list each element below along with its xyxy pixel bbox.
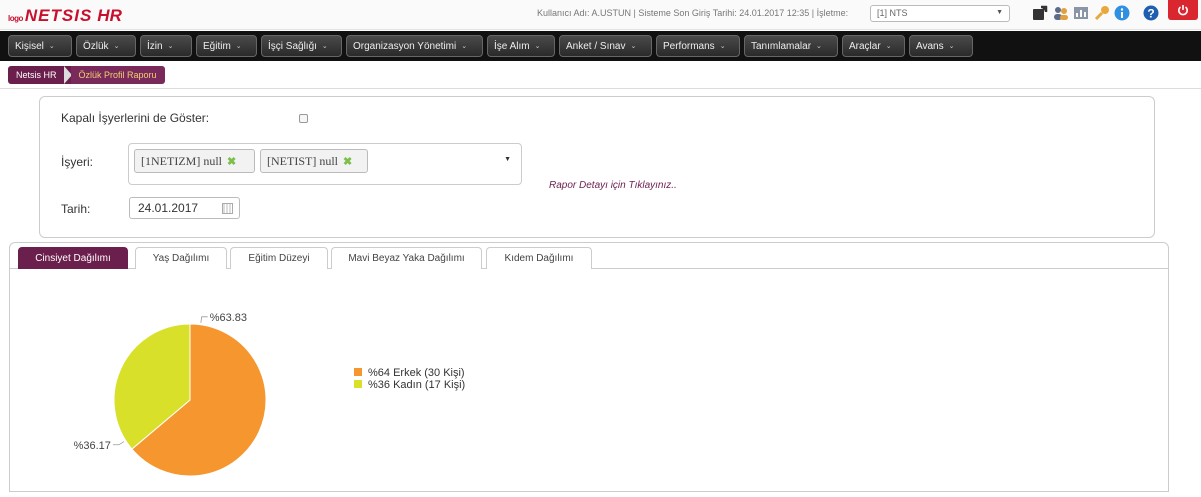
logo-suffix: HR — [97, 6, 122, 25]
date-input[interactable]: 24.01.2017 — [129, 197, 240, 219]
tab-yas[interactable]: Yaş Dağılımı — [135, 247, 227, 269]
main-menu: Kişisel ⌄ Özlük ⌄ İzin ⌄ Eğitim ⌄ İşçi Sağlı… — [0, 31, 1201, 61]
chevron-down-icon: ⌄ — [48, 43, 55, 50]
date-label: Tarih: — [61, 202, 91, 216]
chevron-down-icon: ⌄ — [167, 43, 174, 50]
chart-icon[interactable] — [1073, 5, 1089, 21]
top-bar: logo NETSIS HR Kullanıcı Adı: A.USTUN | … — [0, 0, 1201, 30]
users-icon[interactable] — [1053, 5, 1069, 21]
menu-item-label: Performans — [663, 40, 715, 52]
menu-item-label: İzin — [147, 40, 163, 52]
tab-yaka[interactable]: Mavi Beyaz Yaka Dağılımı — [331, 247, 482, 269]
workplace-tag[interactable]: [1NETIZM] null ✖ — [134, 149, 255, 173]
menu-item-label: Organizasyon Yönetimi — [353, 40, 457, 52]
workplace-label: İşyeri: — [61, 155, 94, 169]
chevron-down-icon: ⌄ — [885, 43, 892, 50]
breadcrumb: Netsis HR Özlük Profil Raporu — [8, 66, 165, 84]
menu-item-ozluk[interactable]: Özlük ⌄ — [76, 35, 136, 57]
chevron-down-icon: ⌄ — [719, 43, 726, 50]
workplace-multiselect[interactable]: [1NETIZM] null ✖ [NETIST] null ✖ ▼ — [128, 143, 522, 185]
menu-item-label: Avans — [916, 40, 944, 52]
chevron-down-icon[interactable]: ▼ — [504, 156, 511, 163]
closed-workplaces-label: Kapalı İşyerlerini de Göster: — [61, 111, 210, 125]
svg-text:?: ? — [1147, 7, 1154, 21]
menu-item-label: Özlük — [83, 40, 109, 52]
breadcrumb-home[interactable]: Netsis HR — [8, 66, 72, 84]
chart-area: %63.83 %36.17 %64 Erkek (30 Kişi) %36 Kadın… — [10, 270, 1168, 492]
menu-item-anket-sinav[interactable]: Anket / Sınav ⌄ — [559, 35, 652, 57]
tab-kidem[interactable]: Kıdem Dağılımı — [486, 247, 592, 269]
tab-egitim[interactable]: Eğitim Düzeyi — [230, 247, 328, 269]
menu-item-avans[interactable]: Avans ⌄ — [909, 35, 973, 57]
report-tabs-panel: Cinsiyet Dağılımı Yaş Dağılımı Eğitim Dü… — [9, 242, 1169, 492]
menu-item-tanimlamalar[interactable]: Tanımlamalar ⌄ — [744, 35, 838, 57]
logo-prefix: logo — [8, 14, 23, 23]
closed-workplaces-checkbox[interactable] — [299, 114, 308, 123]
pie-chart: %63.83 %36.17 %64 Erkek (30 Kişi)%36 Kadın… — [74, 312, 465, 477]
help-icon[interactable]: ? — [1143, 5, 1159, 21]
chevron-down-icon: ⌄ — [630, 43, 637, 50]
workplace-tag-label: [1NETIZM] null — [141, 153, 222, 168]
tab-strip: Cinsiyet Dağılımı Yaş Dağılımı Eğitim Dü… — [10, 243, 1168, 269]
power-icon — [1178, 5, 1188, 16]
remove-icon[interactable]: ✖ — [227, 155, 236, 168]
menu-item-label: Kişisel — [15, 40, 44, 52]
pie-label-connector — [112, 441, 125, 446]
logo-text: NETSIS — [24, 6, 93, 25]
chevron-down-icon: ⌄ — [321, 43, 328, 50]
workplace-tag-label: [NETIST] null — [267, 153, 338, 168]
tab-cinsiyet[interactable]: Cinsiyet Dağılımı — [18, 247, 128, 269]
filter-panel: Kapalı İşyerlerini de Göster: İşyeri: [1… — [39, 96, 1155, 238]
calendar-icon[interactable] — [222, 203, 233, 214]
legend-entry[interactable]: %36 Kadın (17 Kişi) — [368, 379, 465, 391]
date-value: 24.01.2017 — [138, 201, 199, 215]
menu-item-label: Tanımlamalar — [751, 40, 812, 52]
legend-entry[interactable]: %64 Erkek (30 Kişi) — [368, 367, 465, 379]
app-logo[interactable]: logo NETSIS HR — [8, 6, 122, 26]
user-info: Kullanıcı Adı: A.USTUN | Sisteme Son Gir… — [537, 8, 849, 18]
chevron-down-icon: ⌄ — [816, 43, 822, 50]
legend-swatch — [354, 368, 362, 376]
external-link-icon[interactable] — [1032, 5, 1048, 21]
menu-item-label: Anket / Sınav — [566, 40, 626, 52]
menu-item-egitim[interactable]: Eğitim ⌄ — [196, 35, 257, 57]
menu-item-isci-sagligi[interactable]: İşçi Sağlığı ⌄ — [261, 35, 342, 57]
menu-item-label: Eğitim — [203, 40, 231, 52]
info-icon[interactable] — [1114, 5, 1130, 21]
breadcrumb-current[interactable]: Özlük Profil Raporu — [70, 66, 165, 84]
chevron-down-icon: ⌄ — [534, 43, 541, 50]
company-select-value: [1] NTS — [877, 8, 908, 18]
workplace-tag[interactable]: [NETIST] null ✖ — [260, 149, 368, 173]
legend-swatch — [354, 380, 362, 388]
pie-label-connector — [200, 316, 208, 323]
chevron-down-icon: ⌄ — [113, 43, 120, 50]
menu-item-kisisel[interactable]: Kişisel ⌄ — [8, 35, 72, 57]
menu-item-performans[interactable]: Performans ⌄ — [656, 35, 740, 57]
pie-data-label: %63.83 — [210, 312, 247, 324]
pie-data-label: %36.17 — [74, 440, 111, 452]
chevron-down-icon: ⌄ — [235, 43, 242, 50]
remove-icon[interactable]: ✖ — [343, 155, 352, 168]
menu-item-label: İşçi Sağlığı — [268, 40, 317, 52]
menu-item-araclar[interactable]: Araçlar ⌄ — [842, 35, 905, 57]
divider — [0, 88, 1201, 89]
menu-item-label: İşe Alım — [494, 40, 530, 52]
menu-item-izin[interactable]: İzin ⌄ — [140, 35, 192, 57]
menu-item-ise-alim[interactable]: İşe Alım ⌄ — [487, 35, 555, 57]
key-icon[interactable] — [1094, 5, 1110, 21]
report-detail-link[interactable]: Rapor Detayı için Tıklayınız.. — [549, 180, 677, 191]
menu-item-label: Araçlar — [849, 40, 881, 52]
menu-item-organizasyon[interactable]: Organizasyon Yönetimi ⌄ — [346, 35, 483, 57]
chevron-down-icon: ⌄ — [461, 43, 468, 50]
chevron-down-icon: ⌄ — [948, 43, 955, 50]
chevron-down-icon: ▼ — [996, 9, 1003, 16]
logout-button[interactable] — [1168, 0, 1198, 20]
company-select[interactable]: [1] NTS ▼ — [870, 5, 1010, 22]
